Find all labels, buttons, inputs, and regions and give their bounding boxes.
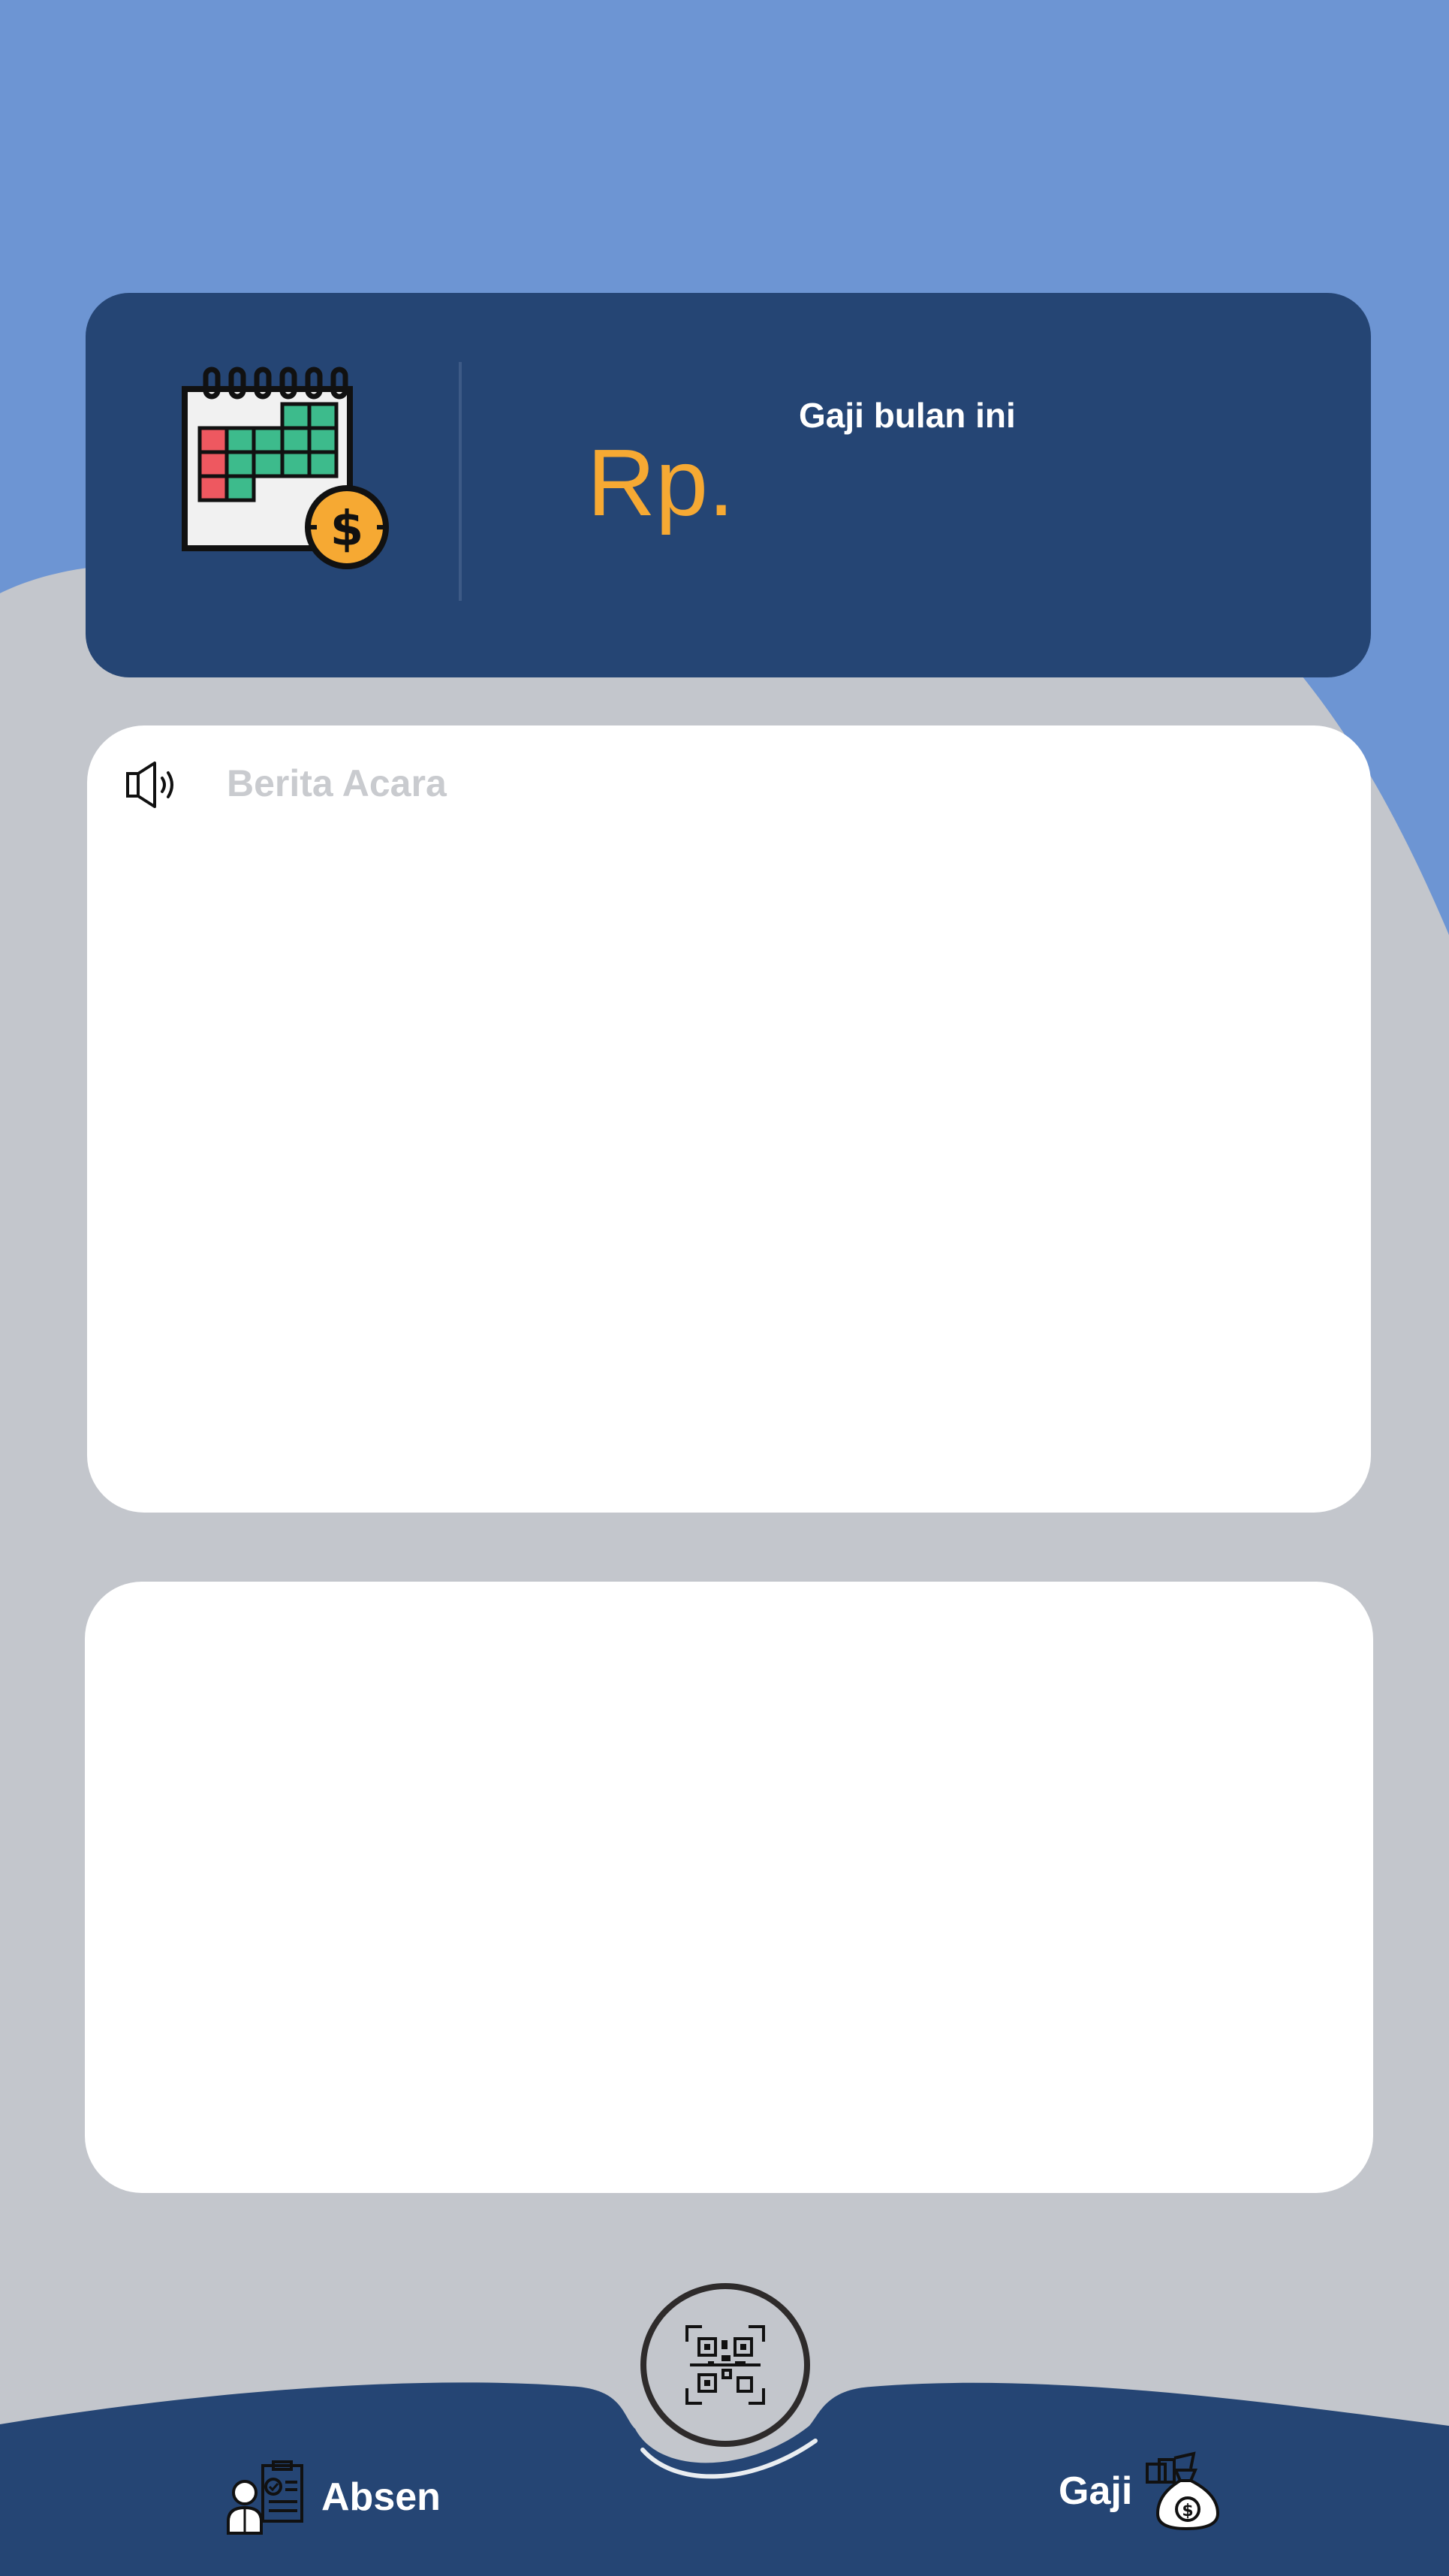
salary-card: $ Gaji bulan ini Rp. [86,293,1371,677]
news-title: Berita Acara [227,762,447,804]
nav-gaji-button[interactable]: Gaji $ [1059,2447,1222,2535]
attendance-clipboard-icon [227,2460,303,2535]
money-bag-icon: $ [1146,2451,1220,2531]
svg-text:$: $ [330,502,364,557]
salary-label: Gaji bulan ini [799,396,1016,435]
card-divider [459,362,462,601]
news-panel: Berita Acara [87,725,1371,1513]
scan-qr-button[interactable] [640,2283,810,2447]
nav-gaji-label: Gaji [1059,2469,1133,2513]
calendar-dollar-icon: $ [182,366,389,569]
speaker-icon [126,762,173,808]
content-panel [85,1582,1373,2193]
nav-absen-button[interactable]: Absen [225,2456,441,2538]
salary-amount: Rp. [587,430,735,535]
svg-text:$: $ [1182,2502,1194,2520]
qr-scan-icon [685,2325,765,2405]
nav-absen-label: Absen [321,2475,441,2519]
